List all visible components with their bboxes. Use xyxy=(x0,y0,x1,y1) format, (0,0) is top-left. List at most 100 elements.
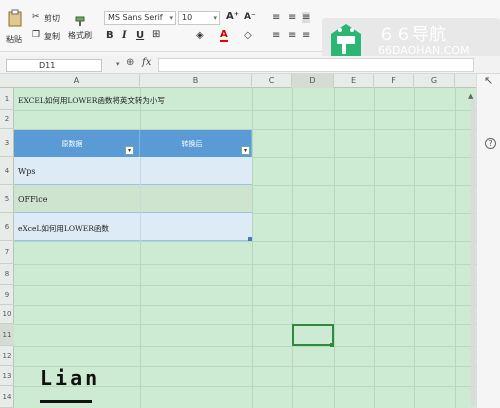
column-header[interactable]: D xyxy=(292,74,334,88)
table-header-cell-a[interactable]: 原数据 ▾ xyxy=(14,130,140,157)
row-header[interactable]: 9 xyxy=(0,285,14,305)
copy-label: 复制 xyxy=(44,32,60,41)
zoom-icon[interactable]: ⊕ xyxy=(126,57,134,68)
table-resize-handle[interactable] xyxy=(248,237,252,241)
gridline xyxy=(334,88,335,408)
name-box[interactable]: D11 xyxy=(6,59,102,72)
format-painter-button[interactable]: 格式刷 xyxy=(68,16,98,44)
cell-a1-title[interactable]: EXCEL如何用LOWER函数将英文转为小写 xyxy=(18,95,165,106)
align-left-icon[interactable]: ≡ xyxy=(272,30,280,41)
font-size-select[interactable]: 10 ▾ xyxy=(178,11,220,25)
font-name-select[interactable]: MS Sans Serif ▾ xyxy=(104,11,176,25)
font-color-icon[interactable]: A xyxy=(220,30,228,42)
row-header[interactable]: 11 xyxy=(0,324,14,346)
gridline xyxy=(14,110,476,111)
row-header[interactable]: 10 xyxy=(0,305,14,324)
gridline xyxy=(14,264,476,265)
gridline xyxy=(414,88,415,408)
table-row[interactable] xyxy=(14,185,252,213)
row-header[interactable]: 14 xyxy=(0,386,14,408)
column-header[interactable]: F xyxy=(374,74,414,88)
gridline xyxy=(374,88,375,408)
paste-button[interactable]: 粘贴 xyxy=(4,6,26,46)
chevron-down-icon[interactable]: ▾ xyxy=(116,60,120,68)
gridline xyxy=(14,324,476,325)
table-header-cell-b[interactable]: 转换后 ▾ xyxy=(140,130,252,157)
brush-icon xyxy=(75,16,85,26)
font-size-value: 10 xyxy=(182,13,193,22)
cell-a6[interactable]: eXceL如何用LOWER函数 xyxy=(18,223,109,234)
font-name-value: MS Sans Serif xyxy=(108,13,163,22)
copy-button[interactable]: ❐ 复制 xyxy=(32,30,66,42)
row-header[interactable]: 4 xyxy=(0,157,14,185)
row-header[interactable]: 8 xyxy=(0,264,14,285)
table-divider xyxy=(140,157,141,241)
gridline xyxy=(14,285,476,286)
bold-icon[interactable]: B xyxy=(106,30,114,41)
align-center-icon[interactable]: ≡ xyxy=(288,30,296,41)
gridline xyxy=(455,88,456,408)
align-middle-icon[interactable]: ≡ xyxy=(288,12,296,23)
row-header[interactable]: 7 xyxy=(0,241,14,264)
selected-cell-d11[interactable] xyxy=(292,324,334,346)
vertical-scrollbar[interactable]: ↖ ▲ ? xyxy=(468,74,500,408)
align-bottom-icon[interactable]: ≡ xyxy=(302,12,311,23)
column-header[interactable]: E xyxy=(334,74,374,88)
cell-a5[interactable]: OFFice xyxy=(18,195,47,204)
scissors-icon: ✂ xyxy=(32,12,40,22)
cut-label: 剪切 xyxy=(44,14,60,23)
chevron-down-icon: ▾ xyxy=(213,14,217,22)
chevron-down-icon: ▾ xyxy=(169,14,173,22)
gridline xyxy=(14,305,476,306)
pointer-icon[interactable]: ↖ xyxy=(484,74,493,87)
logo-text: Lian xyxy=(40,366,101,390)
fill-handle[interactable] xyxy=(330,343,334,347)
paste-icon xyxy=(8,9,22,27)
column-header-bar: A B C D E F G xyxy=(0,74,476,88)
fx-label[interactable]: fx xyxy=(142,57,151,68)
row-header[interactable]: 5 xyxy=(0,185,14,213)
align-top-icon[interactable]: ≡ xyxy=(272,12,280,23)
watermark-title: ６６导航 xyxy=(378,25,446,45)
cell-a4[interactable]: Wps xyxy=(18,167,35,176)
row-header[interactable]: 6 xyxy=(0,213,14,241)
header-label-original: 原数据 xyxy=(61,140,83,148)
header-label-converted: 转换后 xyxy=(181,140,203,148)
gridline xyxy=(292,88,293,408)
scroll-up-icon[interactable]: ▲ xyxy=(468,92,473,100)
fill-color-icon[interactable]: ◈ xyxy=(196,30,204,41)
cell-reference: D11 xyxy=(39,61,56,70)
filter-dropdown-icon[interactable]: ▾ xyxy=(241,146,250,155)
paste-label: 粘贴 xyxy=(6,35,22,44)
scroll-thumb[interactable] xyxy=(471,100,475,406)
row-header[interactable]: 2 xyxy=(0,110,14,129)
row-header[interactable]: 1 xyxy=(0,88,14,110)
column-header[interactable]: G xyxy=(414,74,455,88)
column-header[interactable]: A xyxy=(14,74,140,88)
logo-underline xyxy=(40,400,92,403)
column-header[interactable]: C xyxy=(252,74,292,88)
italic-icon[interactable]: I xyxy=(122,30,127,41)
cut-button[interactable]: ✂ 剪切 xyxy=(32,12,66,24)
format-painter-label: 格式刷 xyxy=(68,31,92,40)
filter-dropdown-icon[interactable]: ▾ xyxy=(125,146,134,155)
shrink-font-icon[interactable]: A⁻ xyxy=(244,12,256,22)
row-header[interactable]: 13 xyxy=(0,366,14,386)
gridline xyxy=(14,346,476,347)
align-right-icon[interactable]: ≡ xyxy=(302,30,310,41)
clear-format-icon[interactable]: ◇ xyxy=(244,30,252,41)
gridline xyxy=(14,241,476,242)
border-icon[interactable]: ⊞ xyxy=(152,29,160,40)
table-row[interactable] xyxy=(14,157,252,185)
row-header[interactable]: 12 xyxy=(0,346,14,366)
help-icon[interactable]: ? xyxy=(485,138,496,149)
grow-font-icon[interactable]: A⁺ xyxy=(226,11,239,22)
row-header[interactable]: 3 xyxy=(0,129,14,157)
column-header[interactable]: B xyxy=(140,74,252,88)
house-icon xyxy=(331,24,361,56)
underline-icon[interactable]: U xyxy=(136,30,144,41)
copy-icon: ❐ xyxy=(32,30,41,40)
formula-input[interactable] xyxy=(158,58,474,72)
row-header-bar: 1 2 3 4 5 6 7 8 9 10 11 12 13 14 xyxy=(0,88,14,408)
gridline xyxy=(252,88,253,408)
